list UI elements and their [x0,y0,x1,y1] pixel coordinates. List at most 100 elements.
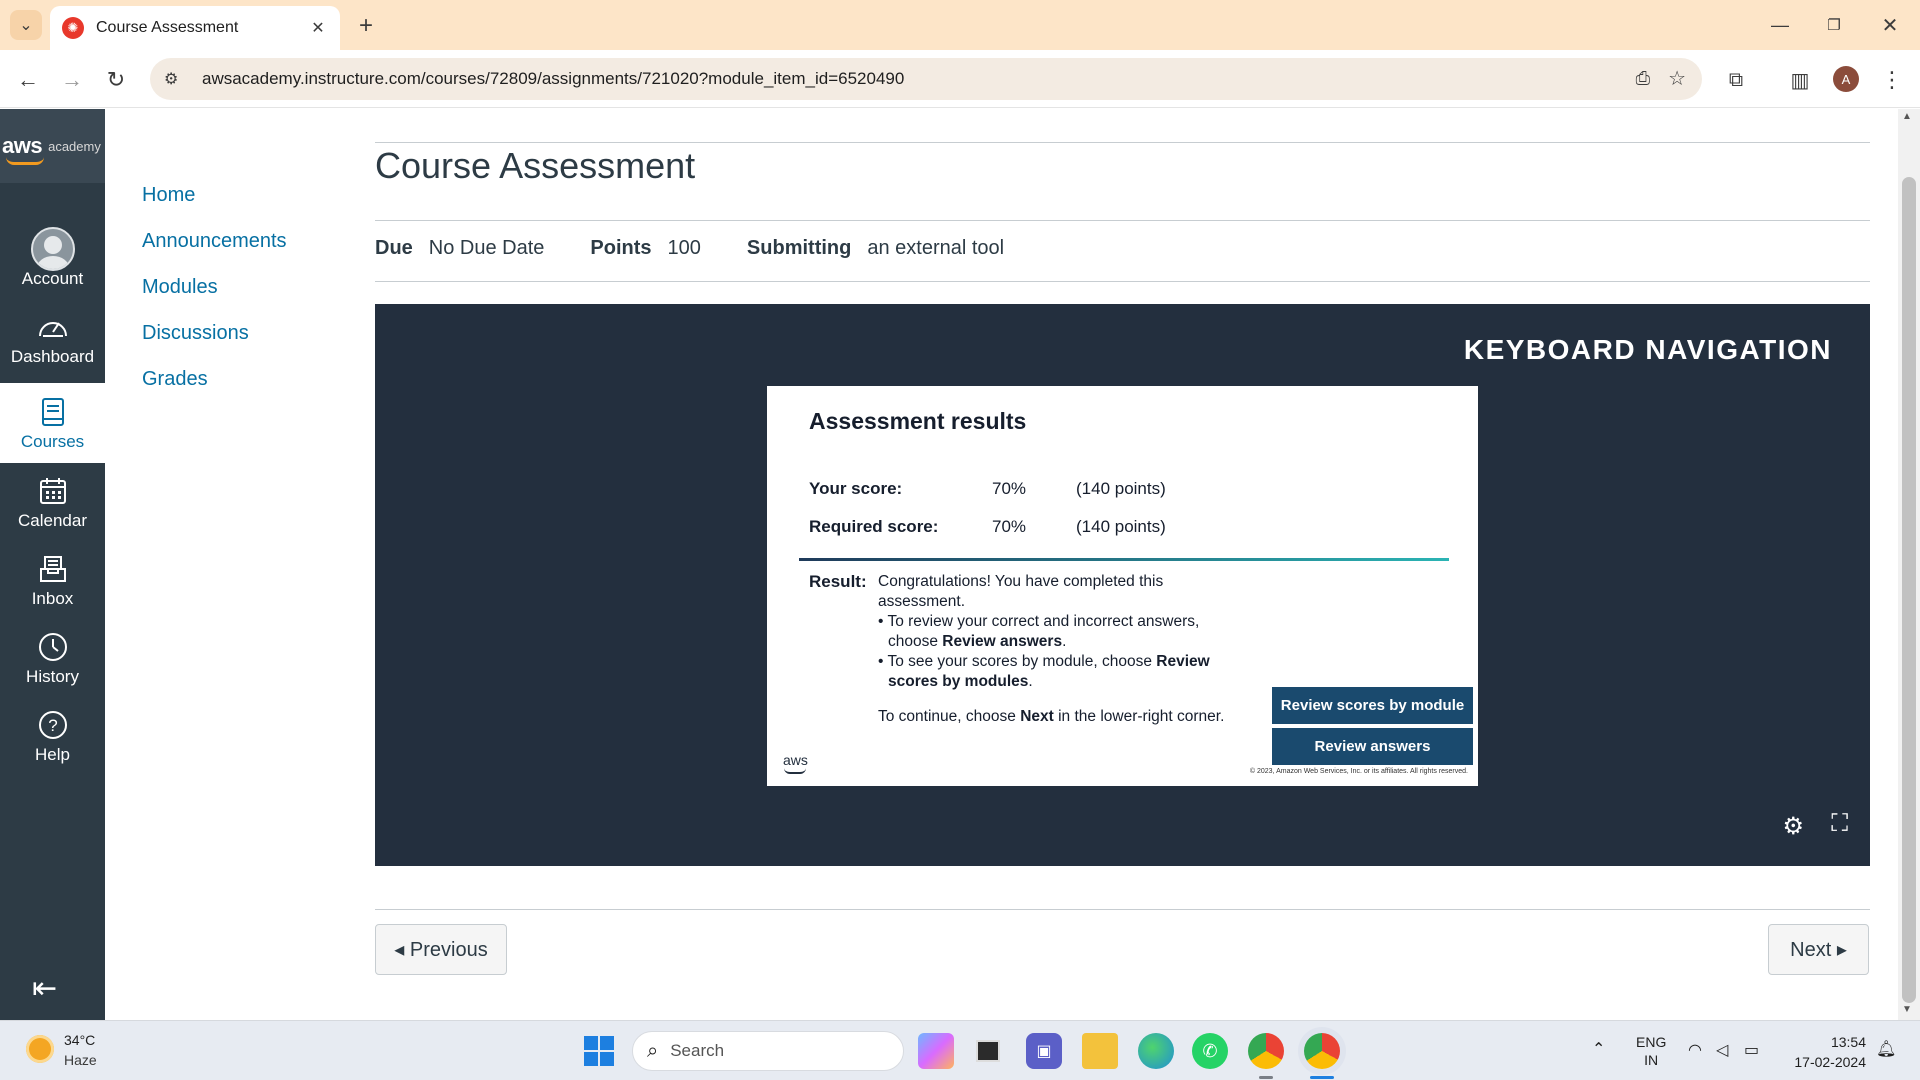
chrome-profile-1-icon[interactable] [1248,1033,1284,1069]
chrome-profile-2-icon[interactable] [1304,1033,1340,1069]
course-nav-announcements[interactable]: Announcements [142,226,287,272]
browser-tab-bar: ⌄ ✺ Course Assessment ✕ + — ❐ ✕ [0,0,1920,50]
scroll-down-arrow-icon[interactable]: ▼ [1902,1004,1912,1015]
book-icon [40,394,66,430]
aws-smile-icon [6,157,44,165]
review-scores-by-module-button[interactable]: Review scores by module [1272,687,1473,724]
side-panel-icon[interactable]: ▥ [1784,64,1816,96]
logo-aws-text: aws [2,133,43,158]
teams-chat-icon[interactable]: ▣ [1026,1033,1062,1069]
window-minimize-icon[interactable]: — [1760,10,1800,40]
taskbar-search-box[interactable]: ⌕ Search [632,1031,904,1071]
weather-sun-icon[interactable] [26,1035,54,1063]
canvas-favicon-icon: ✺ [62,17,84,39]
result-label: Result: [809,572,867,591]
page-scrollbar[interactable]: ▲ ▼ [1898,109,1920,1020]
weather-condition[interactable]: Haze [64,1052,97,1068]
volume-icon[interactable]: ◁ [1716,1040,1728,1060]
next-button[interactable]: Next ▸ [1768,924,1869,975]
windows-start-icon[interactable] [584,1036,614,1066]
taskbar-search-placeholder: Search [670,1041,725,1060]
wifi-icon[interactable]: ◠ [1688,1040,1702,1060]
scrollbar-thumb[interactable] [1902,177,1916,1003]
logo-academy-text: academy [48,138,101,154]
global-nav-help[interactable]: ? Help [0,697,105,775]
inbox-icon [38,551,68,587]
aws-academy-logo[interactable]: aws academy [0,109,105,183]
course-nav-grades[interactable]: Grades [142,364,287,410]
url-text[interactable]: awsacademy.instructure.com/courses/72809… [202,69,904,89]
file-explorer-icon[interactable] [1082,1033,1118,1069]
scroll-up-arrow-icon[interactable]: ▲ [1902,111,1912,122]
global-nav-label: Help [35,745,70,764]
your-score-percent: 70% [992,479,1027,498]
global-nav-label: Courses [20,432,85,451]
global-nav-courses[interactable]: Courses [0,383,105,463]
tab-title: Course Assessment [96,19,239,36]
global-nav-dashboard[interactable]: Dashboard [0,299,105,377]
clock[interactable]: 13:54 17-02-2024 [1790,1032,1866,1072]
due-label: Due [375,237,413,259]
course-navigation: Home Announcements Modules Discussions G… [142,180,287,410]
question-icon: ? [37,707,69,743]
window-close-icon[interactable]: ✕ [1870,10,1910,40]
search-icon: ⌕ [647,1039,659,1062]
global-nav-inbox[interactable]: Inbox [0,541,105,619]
whatsapp-icon[interactable]: ✆ [1192,1033,1228,1069]
weather-temperature[interactable]: 34°C [64,1032,95,1048]
address-bar[interactable]: ⚙ awsacademy.instructure.com/courses/728… [150,58,1702,100]
settings-gear-icon[interactable]: ⚙ [1782,812,1804,841]
submitting-value: an external tool [867,237,1005,259]
forward-arrow-icon[interactable]: → [56,64,88,96]
collapse-nav-arrow-icon[interactable]: ⇤ [32,971,57,1006]
profile-avatar[interactable]: A [1833,66,1859,92]
assignment-details: Due No Due Date Points 100 Submitting an… [375,237,1050,260]
review-answers-button[interactable]: Review answers [1272,728,1473,765]
divider [375,909,1870,910]
result-bullet-1: • To review your correct and incorrect a… [878,613,1200,650]
task-view-icon[interactable] [970,1033,1006,1069]
course-nav-modules[interactable]: Modules [142,272,287,318]
install-app-icon[interactable]: ⎙ [1636,68,1650,89]
global-nav-calendar[interactable]: Calendar [0,463,105,541]
copyright-text: © 2023, Amazon Web Services, Inc. or its… [1249,768,1468,775]
global-navigation: aws academy Account Dashboard Courses Ca… [0,109,105,1020]
tray-overflow-chevron-icon[interactable]: ⌃ [1592,1039,1605,1059]
due-value: No Due Date [428,237,545,259]
global-nav-label: Dashboard [10,347,95,366]
clock-icon [37,629,69,665]
site-info-icon[interactable]: ⚙ [164,69,188,89]
global-nav-label: Calendar [18,511,87,530]
language-indicator[interactable]: ENG IN [1636,1033,1666,1069]
tab-close-icon[interactable]: ✕ [308,18,328,38]
copilot-app-icon[interactable] [918,1033,954,1069]
points-label: Points [590,237,652,259]
battery-icon[interactable]: ▭ [1744,1040,1759,1060]
slide-title: Assessment results [809,408,1027,434]
extensions-puzzle-icon[interactable]: ⧉ [1720,64,1752,96]
fullscreen-icon[interactable]: ⛶ [1831,810,1848,838]
back-arrow-icon[interactable]: ← [12,64,44,96]
your-score-label: Your score: [809,479,903,498]
global-nav-history[interactable]: History [0,619,105,697]
global-nav-account[interactable]: Account [0,221,105,299]
edge-browser-icon[interactable] [1138,1033,1174,1069]
course-nav-discussions[interactable]: Discussions [142,318,287,364]
tab-search-chevron-icon[interactable]: ⌄ [10,10,42,40]
browser-tab-active[interactable]: ✺ Course Assessment ✕ [50,6,340,50]
new-tab-plus-icon[interactable]: + [352,12,380,40]
result-intro: Congratulations! You have completed this… [878,573,1164,610]
keyboard-navigation-link[interactable]: KEYBOARD NAVIGATION [1464,334,1832,366]
notification-bell-icon[interactable]: 🔔︎ [1876,1039,1896,1059]
course-nav-home[interactable]: Home [142,180,287,226]
your-score-points: (140 points) [1076,479,1166,498]
bookmark-star-icon[interactable]: ☆ [1668,66,1686,91]
browser-menu-icon[interactable]: ⋮ [1876,64,1908,96]
required-score-row: Required score: 70% (140 points) [809,517,1166,537]
windows-taskbar: 34°C Haze ⌕ Search ▣ ✆ ⌃ ENG IN ◠ ◁ ▭ 13… [0,1020,1920,1080]
previous-button[interactable]: ◂ Previous [375,924,507,975]
window-restore-icon[interactable]: ❐ [1814,10,1854,40]
avatar-icon [30,227,75,271]
clock-date: 17-02-2024 [1794,1054,1866,1070]
reload-icon[interactable]: ↻ [100,64,132,96]
